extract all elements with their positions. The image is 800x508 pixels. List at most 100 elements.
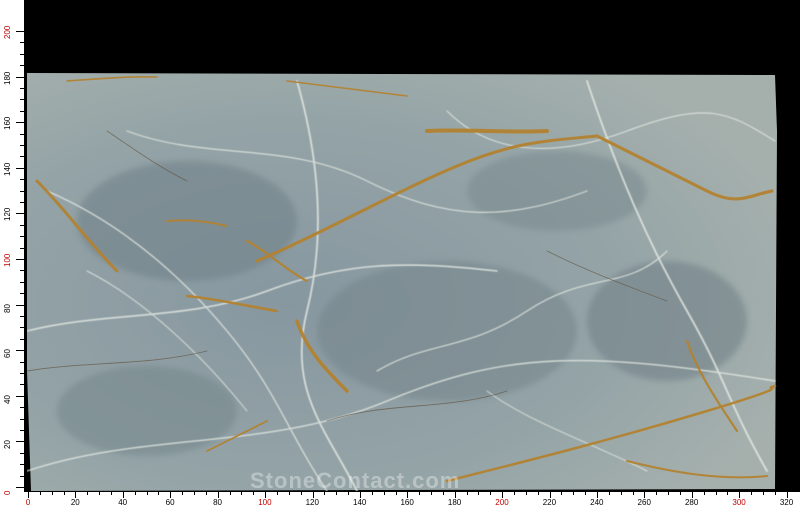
bottom-ruler-label: 300 — [732, 498, 746, 507]
left-ruler-tick — [20, 190, 24, 192]
bottom-ruler-tick — [359, 492, 361, 498]
left-ruler-tick — [20, 133, 24, 135]
left-ruler-label: 0 — [3, 490, 12, 495]
bottom-ruler-label: 80 — [213, 498, 222, 507]
bottom-ruler-tick — [134, 492, 136, 495]
left-ruler-tick — [16, 167, 24, 169]
bottom-ruler-tick — [253, 492, 255, 495]
watermark-text: StoneContact.com — [250, 468, 461, 493]
left-ruler-tick — [20, 224, 24, 226]
left-ruler-tick — [20, 281, 24, 283]
bottom-ruler-tick — [288, 492, 290, 495]
bottom-ruler-tick — [300, 492, 302, 495]
left-ruler-tick — [20, 53, 24, 55]
left-ruler-tick — [20, 145, 24, 146]
bottom-ruler-tick — [193, 492, 195, 495]
bottom-ruler-tick — [549, 492, 551, 498]
bottom-ruler-label: 100 — [258, 498, 272, 507]
left-ruler-tick — [20, 42, 24, 44]
left-ruler-label: 160 — [3, 116, 12, 131]
bottom-ruler-tick — [442, 492, 444, 495]
bottom-ruler-tick — [407, 492, 409, 498]
bottom-ruler-tick — [774, 492, 776, 495]
bottom-ruler-tick — [395, 492, 397, 495]
left-ruler-label: 40 — [3, 394, 12, 404]
image-canvas: StoneContact.com 0 20 40 60 80 100 120 140 160 18… — [0, 0, 800, 508]
bottom-ruler-tick — [502, 492, 504, 498]
bottom-ruler-tick — [217, 492, 219, 498]
bottom-ruler-tick — [715, 492, 717, 495]
bottom-ruler-tick — [727, 492, 729, 495]
left-ruler-tick — [20, 247, 24, 249]
bottom-ruler-tick — [466, 492, 468, 495]
left-ruler-tick — [20, 418, 24, 420]
bottom-ruler-tick — [431, 492, 433, 495]
bottom-ruler-tick — [454, 492, 456, 498]
left-ruler-tick — [20, 99, 24, 101]
bottom-ruler-label: 260 — [637, 498, 651, 507]
bottom-ruler-tick — [170, 492, 172, 498]
left-ruler-tick — [20, 110, 24, 112]
bottom-ruler-label: 160 — [400, 498, 414, 507]
bottom-ruler-tick — [205, 492, 207, 495]
bottom-ruler-tick — [348, 492, 350, 495]
bottom-ruler-tick — [265, 492, 267, 498]
left-ruler-label: 120 — [3, 208, 12, 222]
bottom-ruler-tick — [537, 492, 539, 495]
left-ruler-tick — [20, 236, 24, 238]
bottom-ruler-tick — [182, 492, 184, 495]
bottom-ruler-tick — [620, 492, 622, 495]
bottom-ruler-label: 280 — [684, 498, 699, 507]
bottom-ruler-tick — [561, 492, 563, 495]
bottom-ruler-tick — [656, 492, 658, 495]
left-ruler-tick — [20, 293, 24, 295]
left-ruler-label: 180 — [3, 71, 12, 85]
left-ruler-tick — [20, 464, 24, 466]
bottom-ruler-label: 180 — [447, 498, 462, 507]
left-ruler-tick — [20, 179, 24, 181]
left-ruler-label: 100 — [3, 253, 12, 267]
bottom-ruler-tick — [644, 492, 646, 498]
bottom-ruler-tick — [276, 492, 278, 495]
bottom-ruler-tick — [336, 492, 338, 495]
bottom-ruler-tick — [680, 492, 682, 495]
bottom-ruler-tick — [703, 492, 705, 495]
left-ruler-tick — [20, 361, 24, 363]
left-ruler-tick — [20, 338, 24, 340]
bottom-ruler-tick — [39, 492, 41, 495]
left-ruler-tick — [20, 316, 24, 317]
bottom-ruler-label: 220 — [542, 498, 557, 507]
left-ruler-tick — [20, 202, 24, 203]
bottom-ruler-tick — [51, 492, 53, 495]
bottom-ruler-label: 20 — [70, 498, 80, 507]
bottom-ruler-tick — [786, 492, 788, 498]
bottom-ruler-label: 140 — [353, 498, 367, 507]
left-ruler-tick — [20, 430, 24, 431]
bottom-ruler-tick — [158, 492, 160, 495]
bottom-ruler-tick — [241, 492, 243, 495]
bottom-ruler-tick — [75, 492, 77, 498]
left-ruler-tick — [20, 65, 24, 67]
bottom-ruler-tick — [122, 492, 124, 498]
bottom-ruler-tick — [63, 492, 65, 495]
left-ruler-tick — [16, 350, 24, 352]
bottom-ruler-tick — [419, 492, 421, 495]
bottom-ruler-tick — [763, 492, 764, 495]
left-ruler-tick — [20, 327, 24, 329]
left-ruler-label: 20 — [3, 440, 12, 450]
left-ruler-label: 60 — [3, 349, 12, 359]
bottom-ruler-tick — [739, 492, 741, 498]
left-ruler-tick — [16, 259, 24, 260]
left-ruler-tick — [20, 475, 24, 477]
bottom-ruler-label: 60 — [165, 498, 175, 507]
bottom-ruler-label: 240 — [590, 498, 604, 507]
bottom-ruler-tick — [28, 492, 29, 498]
left-ruler-tick — [20, 373, 24, 374]
bottom-ruler-tick — [608, 492, 610, 495]
bottom-ruler-label: 40 — [118, 498, 128, 507]
left-ruler-tick — [20, 384, 24, 386]
left-ruler-tick — [16, 395, 24, 397]
bottom-ruler-tick — [99, 492, 101, 495]
bottom-ruler-tick — [514, 492, 516, 495]
bottom-ruler-tick — [146, 492, 148, 495]
